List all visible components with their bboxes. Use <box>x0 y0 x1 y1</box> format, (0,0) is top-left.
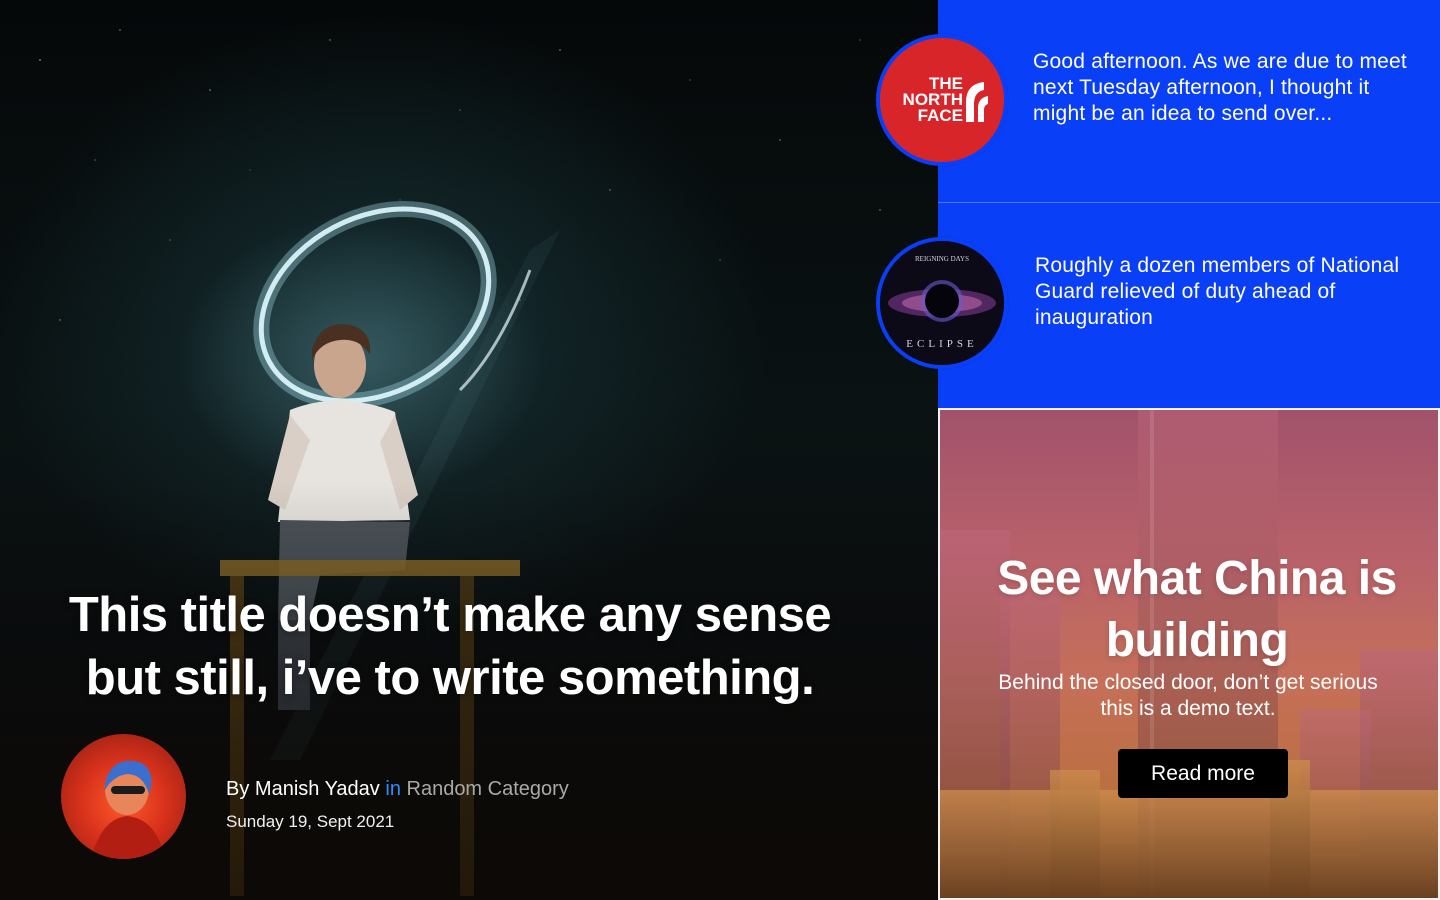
north-face-logo[interactable]: THE NORTH FACE <box>876 34 1008 166</box>
logo-text-line: FACE <box>918 106 963 125</box>
north-face-logo-icon: THE NORTH FACE <box>880 38 1004 162</box>
byline-prefix: By <box>226 778 255 800</box>
list-item-text[interactable]: Roughly a dozen members of National Guar… <box>1035 253 1405 331</box>
hero-article[interactable]: This title doesn’t make any sense but st… <box>0 0 938 900</box>
cover-top-text: REIGNING DAYS <box>915 255 969 263</box>
cover-bottom-text: ECLIPSE <box>906 338 977 350</box>
list-item[interactable]: THE NORTH FACE Good afternoon. As we are… <box>876 0 1440 203</box>
author-avatar-image <box>91 760 165 859</box>
post-date: Sunday 19, Sept 2021 <box>226 812 395 831</box>
read-more-button[interactable]: Read more <box>1118 749 1288 798</box>
list-item[interactable]: REIGNING DAYS ECLIPSE Roughly a dozen me… <box>876 204 1440 408</box>
author-avatar[interactable] <box>61 734 186 859</box>
hero-title[interactable]: This title doesn’t make any sense but st… <box>30 584 870 710</box>
promo-subtitle: Behind the closed door, don’t get seriou… <box>998 671 1378 720</box>
side-news-list: THE NORTH FACE Good afternoon. As we are… <box>876 0 1440 408</box>
category-link[interactable]: Random Category <box>407 778 569 800</box>
byline-in: in <box>379 778 407 800</box>
list-item-text[interactable]: Good afternoon. As we are due to meet ne… <box>1033 49 1413 127</box>
eclipse-album-cover[interactable]: REIGNING DAYS ECLIPSE <box>876 237 1008 369</box>
byline: By Manish Yadav in Random Category <box>226 776 569 802</box>
author-link[interactable]: Manish Yadav <box>255 778 380 800</box>
promo-card: See what China is building Behind the cl… <box>938 408 1440 900</box>
promo-title: See what China is building <box>997 552 1397 667</box>
eclipse-cover-icon: REIGNING DAYS ECLIPSE <box>880 241 1004 365</box>
